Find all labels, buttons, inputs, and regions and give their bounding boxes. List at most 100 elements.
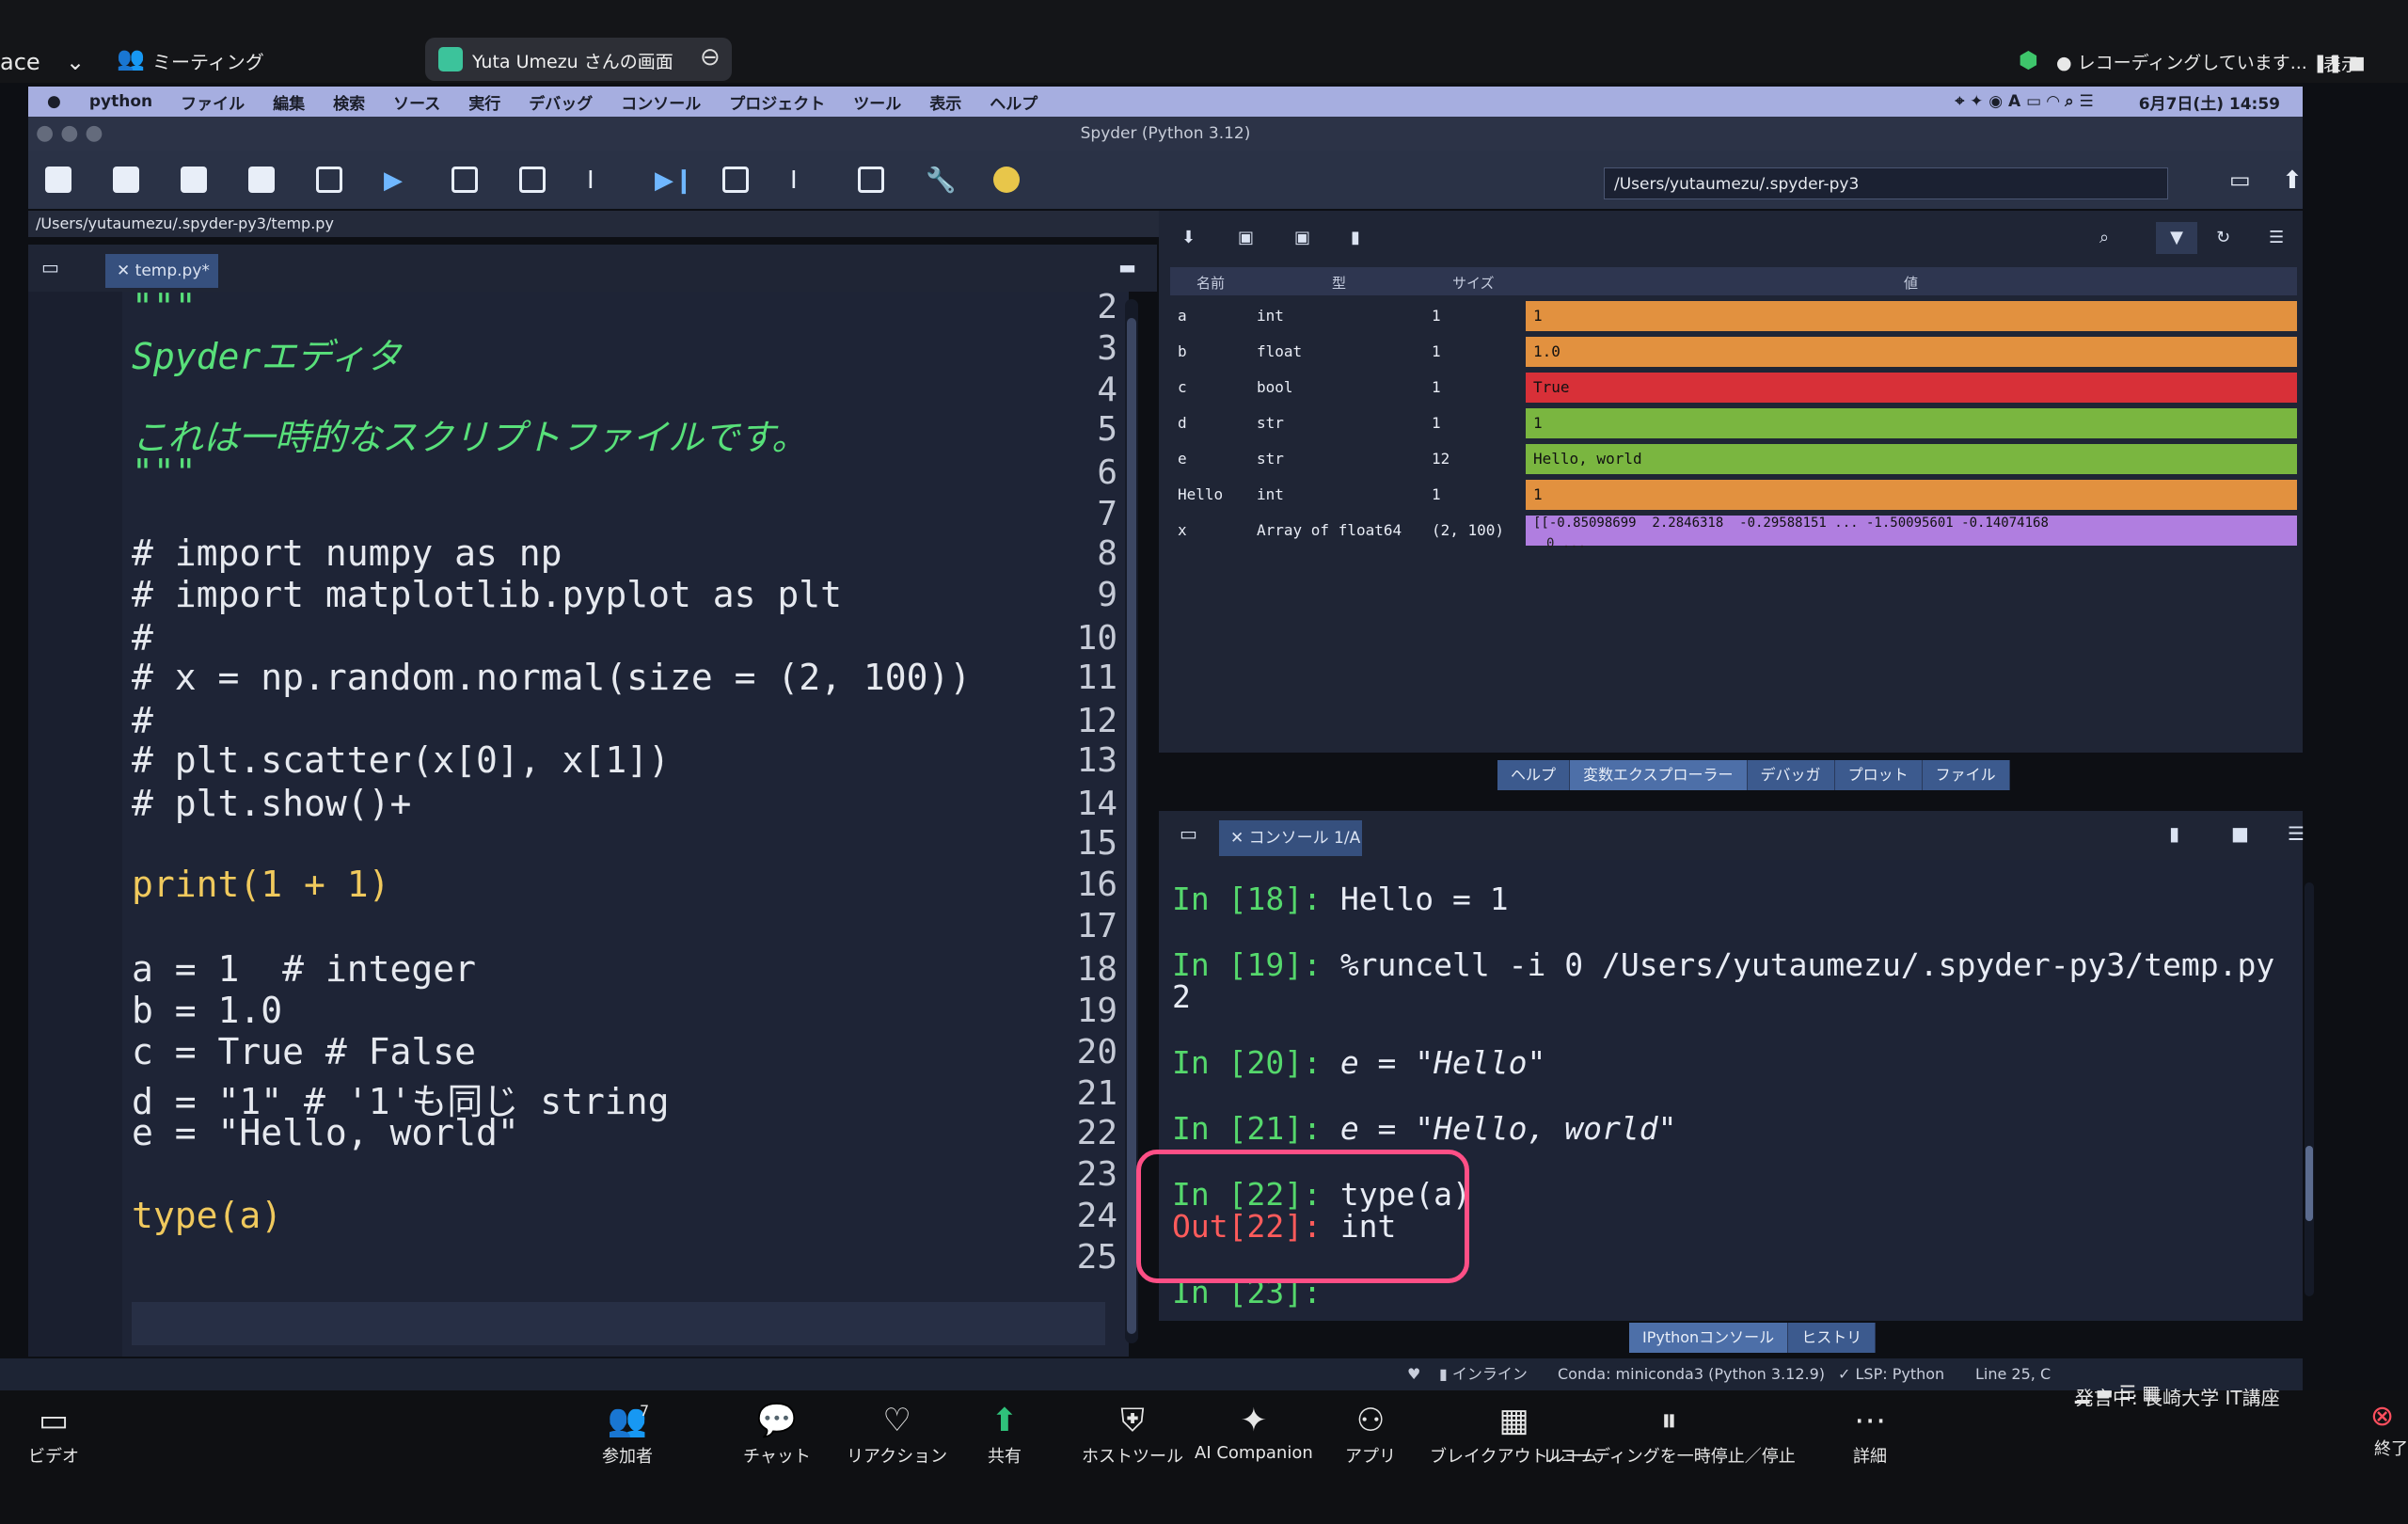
new-window-icon[interactable] xyxy=(316,167,342,193)
menu-run[interactable]: 実行 xyxy=(468,90,500,114)
apps-button[interactable]: ⚇ アプリ xyxy=(1345,1402,1396,1468)
console-scrollbar[interactable] xyxy=(2305,882,2314,1296)
working-dir-input[interactable]: /Users/yutaumezu/.spyder-py3 xyxy=(1604,167,2168,199)
host-tools-button[interactable]: ⛨ ホストツール xyxy=(1082,1402,1183,1468)
menu-debug[interactable]: デバッグ xyxy=(529,90,593,114)
end-meeting-icon[interactable]: ⊗ xyxy=(2370,1400,2394,1433)
variable-row[interactable]: c bool 1 True xyxy=(1170,371,2297,405)
variable-row[interactable]: a int 1 1 xyxy=(1170,299,2297,333)
maximize-pane-icon[interactable] xyxy=(858,167,884,193)
variable-row[interactable]: x Array of float64 (2, 100) [[-0.85098699 2… xyxy=(1170,514,2297,551)
run-cell-advance-icon[interactable] xyxy=(519,167,546,193)
console-line: In [19]: %runcell -i 0 /Users/yutaumezu/… xyxy=(1172,946,2274,983)
chevron-down-icon[interactable]: ⌄ xyxy=(66,49,85,75)
run-icon[interactable]: ▶ xyxy=(384,167,410,195)
tab-ipython-console[interactable]: IPythonコンソール xyxy=(1629,1323,1789,1353)
window-controls[interactable]: ● ● ● xyxy=(36,117,103,151)
tab-help[interactable]: ヘルプ xyxy=(1497,760,1571,790)
tab-console-1a[interactable]: ✕ コンソール 1/A xyxy=(1219,820,1362,856)
menu-python[interactable]: python xyxy=(89,92,152,111)
tab-temp-py[interactable]: ✕ temp.py* xyxy=(105,254,218,288)
more-options-icon[interactable]: ⊖ xyxy=(700,43,721,71)
import-data-icon[interactable]: ⬇ xyxy=(1181,228,1196,247)
variable-row[interactable]: d str 1 1 xyxy=(1170,406,2297,440)
stop-icon[interactable]: ■ xyxy=(2231,822,2249,845)
python-path-icon[interactable] xyxy=(993,167,1020,193)
debug-icon[interactable]: ▶❙ xyxy=(655,167,694,195)
reaction-button[interactable]: ♡ リアクション xyxy=(847,1402,947,1468)
variable-row[interactable]: Hello int 1 1 xyxy=(1170,478,2297,512)
ai-companion-button[interactable]: ✦ AI Companion xyxy=(1195,1402,1313,1463)
video-button[interactable]: ▭ ビデオ xyxy=(28,1402,79,1468)
new-file-icon[interactable] xyxy=(45,167,71,193)
menu-edit[interactable]: 編集 xyxy=(273,90,305,114)
browse-console-icon[interactable]: ▭ xyxy=(1180,822,1197,845)
save-icon[interactable] xyxy=(181,167,207,193)
variable-row[interactable]: e str 12 Hello, world xyxy=(1170,442,2297,476)
run-selection-icon[interactable]: I xyxy=(587,167,613,195)
menu-source[interactable]: ソース xyxy=(393,90,440,114)
tab-history[interactable]: ヒストリ xyxy=(1788,1323,1877,1353)
col-size[interactable]: サイズ xyxy=(1452,273,1495,293)
participants-button[interactable]: 👥 7 参加者 xyxy=(602,1402,653,1468)
zoom-app-label: ace xyxy=(0,49,40,75)
wrench-icon[interactable]: 🔧 xyxy=(926,167,956,195)
menu-view[interactable]: 表示 xyxy=(929,90,961,114)
save-data-as-icon[interactable]: ▣ xyxy=(1294,228,1310,247)
tab-variable-explorer[interactable]: 変数エクスプローラー xyxy=(1570,760,1748,790)
cursor-position: Line 25, C xyxy=(1975,1365,2052,1383)
col-value[interactable]: 値 xyxy=(1904,273,1918,293)
zoom-button-label: チャット xyxy=(743,1447,811,1467)
variable-row[interactable]: b float 1 1.0 xyxy=(1170,335,2297,369)
screen-share-pill[interactable]: Yuta Umezu さんの画面 ⊖ xyxy=(425,38,732,81)
remove-all-icon[interactable]: ▮ xyxy=(1351,228,1360,247)
menu-search[interactable]: 検索 xyxy=(333,90,365,114)
pane-menu-icon[interactable]: ☰ xyxy=(2269,228,2284,247)
tab-files[interactable]: ファイル xyxy=(1923,760,2010,790)
variable-size: 1 xyxy=(1432,485,1441,503)
menu-file[interactable]: ファイル xyxy=(181,90,245,114)
parent-dir-icon[interactable]: ⬆ xyxy=(2282,167,2308,195)
share-button[interactable]: ⬆ 共有 xyxy=(988,1402,1022,1468)
tab-debugger[interactable]: デバッガ xyxy=(1748,760,1835,790)
run-cell-icon[interactable] xyxy=(452,167,478,193)
save-data-icon[interactable]: ▣ xyxy=(1238,228,1254,247)
variable-value: 1 xyxy=(1526,480,2297,510)
copy-icon[interactable]: ▮ xyxy=(2169,822,2179,845)
col-type[interactable]: 型 xyxy=(1332,273,1346,293)
refresh-icon[interactable]: ↻ xyxy=(2216,228,2230,247)
browse-folder-icon[interactable]: ▭ xyxy=(2229,167,2256,193)
line-number: 13 xyxy=(1076,741,1117,780)
console-menu-icon[interactable]: ☰ xyxy=(2288,822,2305,845)
menu-tools[interactable]: ツール xyxy=(853,90,901,114)
debug-cell-icon[interactable] xyxy=(722,167,749,193)
chat-button[interactable]: 💬 チャット xyxy=(743,1402,811,1468)
view-menu[interactable]: 表示 xyxy=(2323,51,2359,76)
pane-options-icon[interactable]: ▬ xyxy=(1118,256,1136,278)
editor-scroll-thumb[interactable] xyxy=(1127,318,1136,1334)
apple-icon[interactable]: ● xyxy=(47,92,61,111)
save-all-icon[interactable] xyxy=(248,167,275,193)
menu-project[interactable]: プロジェクト xyxy=(729,90,825,114)
search-icon[interactable]: ⌕ xyxy=(2099,228,2109,247)
line-gutter xyxy=(28,292,122,1357)
recording-label: レコーディングしています... xyxy=(2077,53,2307,73)
console-scroll-thumb[interactable] xyxy=(2305,1146,2313,1221)
more-button[interactable]: ⋯ 詳細 xyxy=(1853,1402,1887,1468)
end-meeting-label[interactable]: 終了 xyxy=(2374,1436,2408,1460)
code-editor[interactable]: """ Spyderエディタ これは一時的なスクリプトファイルです。 """ # imp… xyxy=(28,286,1129,1357)
browse-tabs-icon[interactable]: ▭ xyxy=(41,256,59,278)
line-number: 25 xyxy=(1076,1238,1117,1277)
debug-selection-icon[interactable]: I xyxy=(790,167,816,195)
menu-help[interactable]: ヘルプ xyxy=(990,90,1038,114)
variable-size: 1 xyxy=(1432,342,1441,360)
menu-console[interactable]: コンソール xyxy=(621,90,701,114)
variable-name: c xyxy=(1178,378,1187,396)
col-name[interactable]: 名前 xyxy=(1196,273,1225,293)
record-control-button[interactable]: ⏸ レコーディングを一時停止／停止 xyxy=(1543,1402,1796,1468)
meeting-label[interactable]: ミーティング xyxy=(152,47,264,74)
tab-plots[interactable]: プロット xyxy=(1835,760,1923,790)
open-file-icon[interactable] xyxy=(113,167,139,193)
filter-icon[interactable]: ▼ xyxy=(2156,222,2197,254)
share-label: Yuta Umezu さんの画面 xyxy=(472,52,673,72)
